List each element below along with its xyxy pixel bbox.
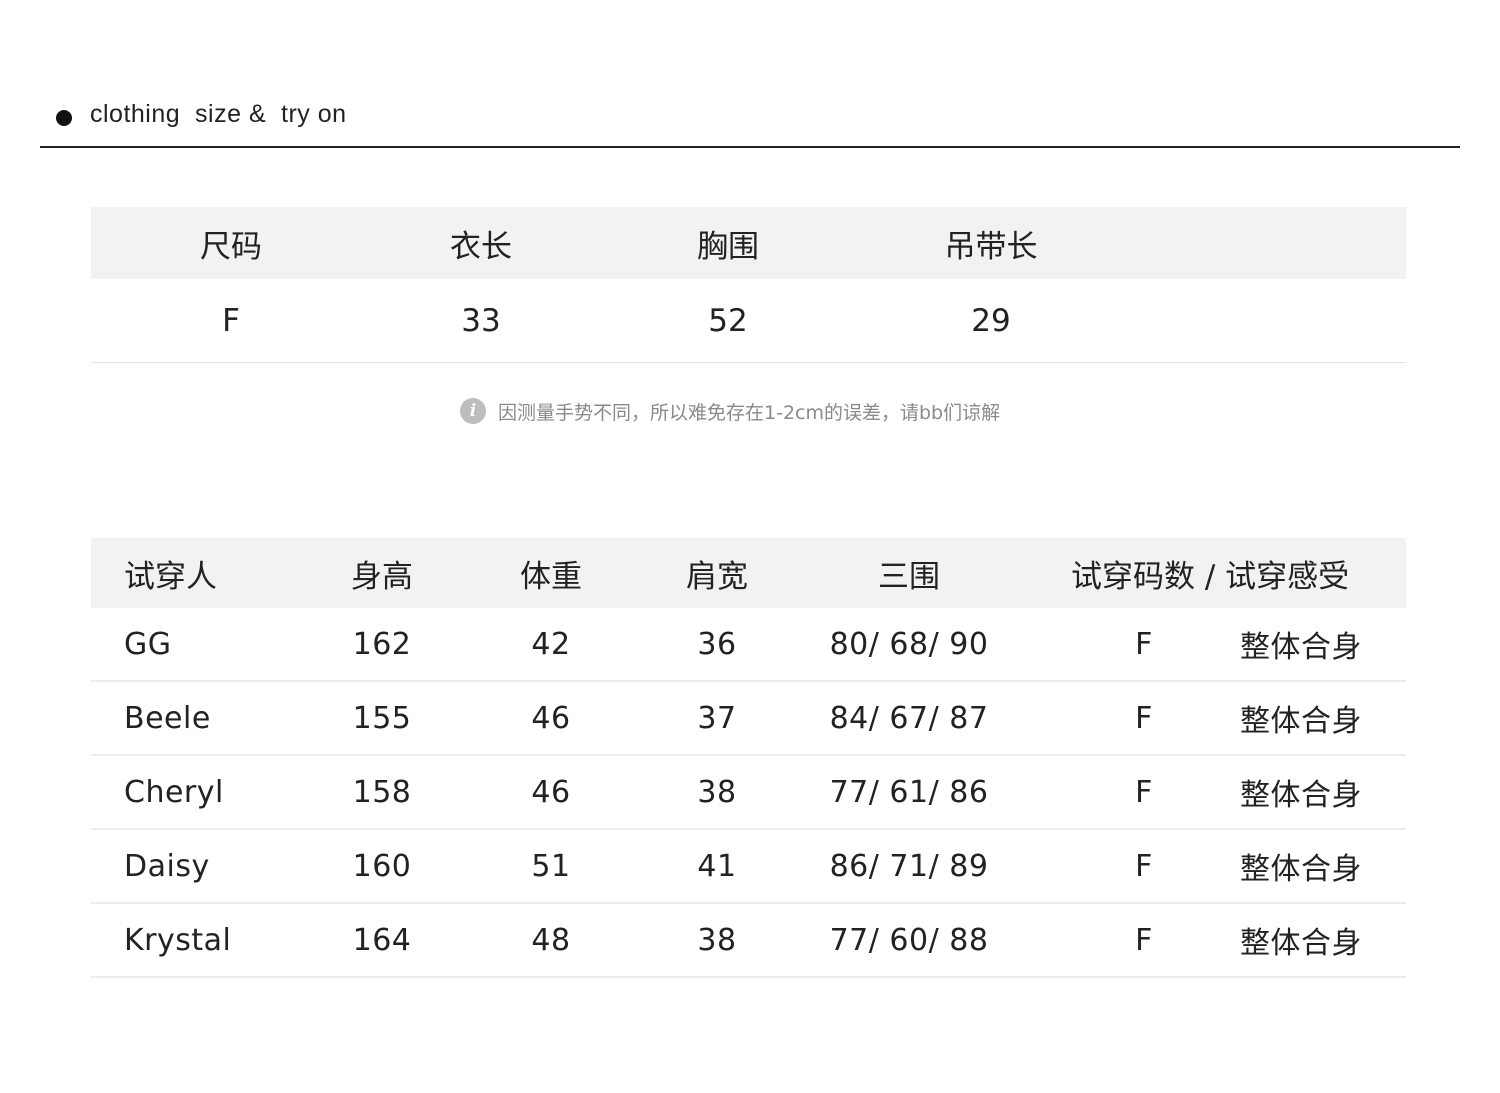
try-cell-height: 155 — [352, 700, 412, 736]
try-on-table-header: 试穿人 身高 体重 肩宽 三围 试穿码数 / 试穿感受 — [91, 538, 1406, 608]
try-cell-measurements: 84/ 67/ 87 — [829, 700, 989, 736]
try-cell-feeling: 整体合身 — [1240, 852, 1362, 887]
size-col-strap: 吊带长 — [944, 228, 1038, 265]
try-cell-size: F — [1135, 626, 1153, 662]
table-row: F 33 52 29 — [91, 279, 1406, 363]
try-cell-shoulder: 37 — [697, 700, 737, 736]
try-cell-shoulder: 38 — [697, 774, 737, 810]
try-cell-height: 162 — [352, 626, 412, 662]
try-cell-weight: 48 — [531, 922, 571, 958]
size-cell-length: 33 — [461, 302, 501, 339]
note-text: 因测量手势不同，所以难免存在1-2cm的误差，请bb们谅解 — [498, 401, 1001, 424]
try-cell-name: Beele — [124, 700, 211, 736]
try-on-table: 试穿人 身高 体重 肩宽 三围 试穿码数 / 试穿感受 GG 162 42 36… — [91, 538, 1406, 978]
size-cell-strap: 29 — [971, 302, 1011, 339]
table-row: Daisy 160 51 41 86/ 71/ 89 F 整体合身 — [91, 830, 1406, 904]
try-cell-name: Krystal — [124, 922, 232, 958]
try-cell-weight: 46 — [531, 774, 571, 810]
measurement-note: i 因测量手势不同，所以难免存在1-2cm的误差，请bb们谅解 — [460, 397, 1000, 425]
try-cell-weight: 42 — [531, 626, 571, 662]
try-col-size-feeling: 试穿码数 / 试穿感受 — [1071, 558, 1350, 595]
table-row: Cheryl 158 46 38 77/ 61/ 86 F 整体合身 — [91, 756, 1406, 830]
size-col-bust: 胸围 — [697, 228, 759, 265]
try-cell-name: Daisy — [124, 848, 210, 884]
try-col-height: 身高 — [351, 558, 413, 595]
try-cell-feeling: 整体合身 — [1240, 630, 1362, 665]
table-row: Beele 155 46 37 84/ 67/ 87 F 整体合身 — [91, 682, 1406, 756]
try-cell-height: 158 — [352, 774, 412, 810]
try-cell-name: Cheryl — [124, 774, 224, 810]
try-cell-weight: 51 — [531, 848, 571, 884]
try-cell-shoulder: 41 — [697, 848, 737, 884]
try-col-shoulder: 肩宽 — [686, 558, 748, 595]
section-header: clothing size & try on — [40, 96, 1460, 148]
try-cell-name: GG — [124, 626, 172, 662]
try-cell-weight: 46 — [531, 700, 571, 736]
try-cell-feeling: 整体合身 — [1240, 704, 1362, 739]
try-cell-size: F — [1135, 922, 1153, 958]
try-cell-shoulder: 38 — [697, 922, 737, 958]
try-cell-size: F — [1135, 700, 1153, 736]
try-cell-size: F — [1135, 848, 1153, 884]
try-col-measurements: 三围 — [878, 558, 940, 595]
info-icon: i — [460, 398, 486, 424]
table-row: Krystal 164 48 38 77/ 60/ 88 F 整体合身 — [91, 904, 1406, 978]
try-cell-measurements: 77/ 60/ 88 — [829, 922, 989, 958]
try-col-person: 试穿人 — [124, 558, 217, 595]
size-col-length: 衣长 — [450, 228, 512, 265]
size-col-size: 尺码 — [200, 228, 262, 265]
try-cell-measurements: 77/ 61/ 86 — [829, 774, 989, 810]
try-cell-height: 164 — [352, 922, 412, 958]
bullet-dot — [56, 110, 72, 126]
size-cell-bust: 52 — [708, 302, 748, 339]
try-cell-measurements: 86/ 71/ 89 — [829, 848, 989, 884]
try-col-weight: 体重 — [520, 558, 582, 595]
size-table-header: 尺码 衣长 胸围 吊带长 — [91, 207, 1406, 279]
size-cell-size: F — [222, 302, 240, 339]
try-cell-feeling: 整体合身 — [1240, 778, 1362, 813]
try-cell-shoulder: 36 — [697, 626, 737, 662]
try-cell-size: F — [1135, 774, 1153, 810]
table-row: GG 162 42 36 80/ 68/ 90 F 整体合身 — [91, 608, 1406, 682]
try-cell-feeling: 整体合身 — [1240, 926, 1362, 961]
size-table: 尺码 衣长 胸围 吊带长 F 33 52 29 — [91, 207, 1406, 363]
try-cell-measurements: 80/ 68/ 90 — [829, 626, 989, 662]
try-cell-height: 160 — [352, 848, 412, 884]
section-title: clothing size & try on — [90, 100, 347, 128]
